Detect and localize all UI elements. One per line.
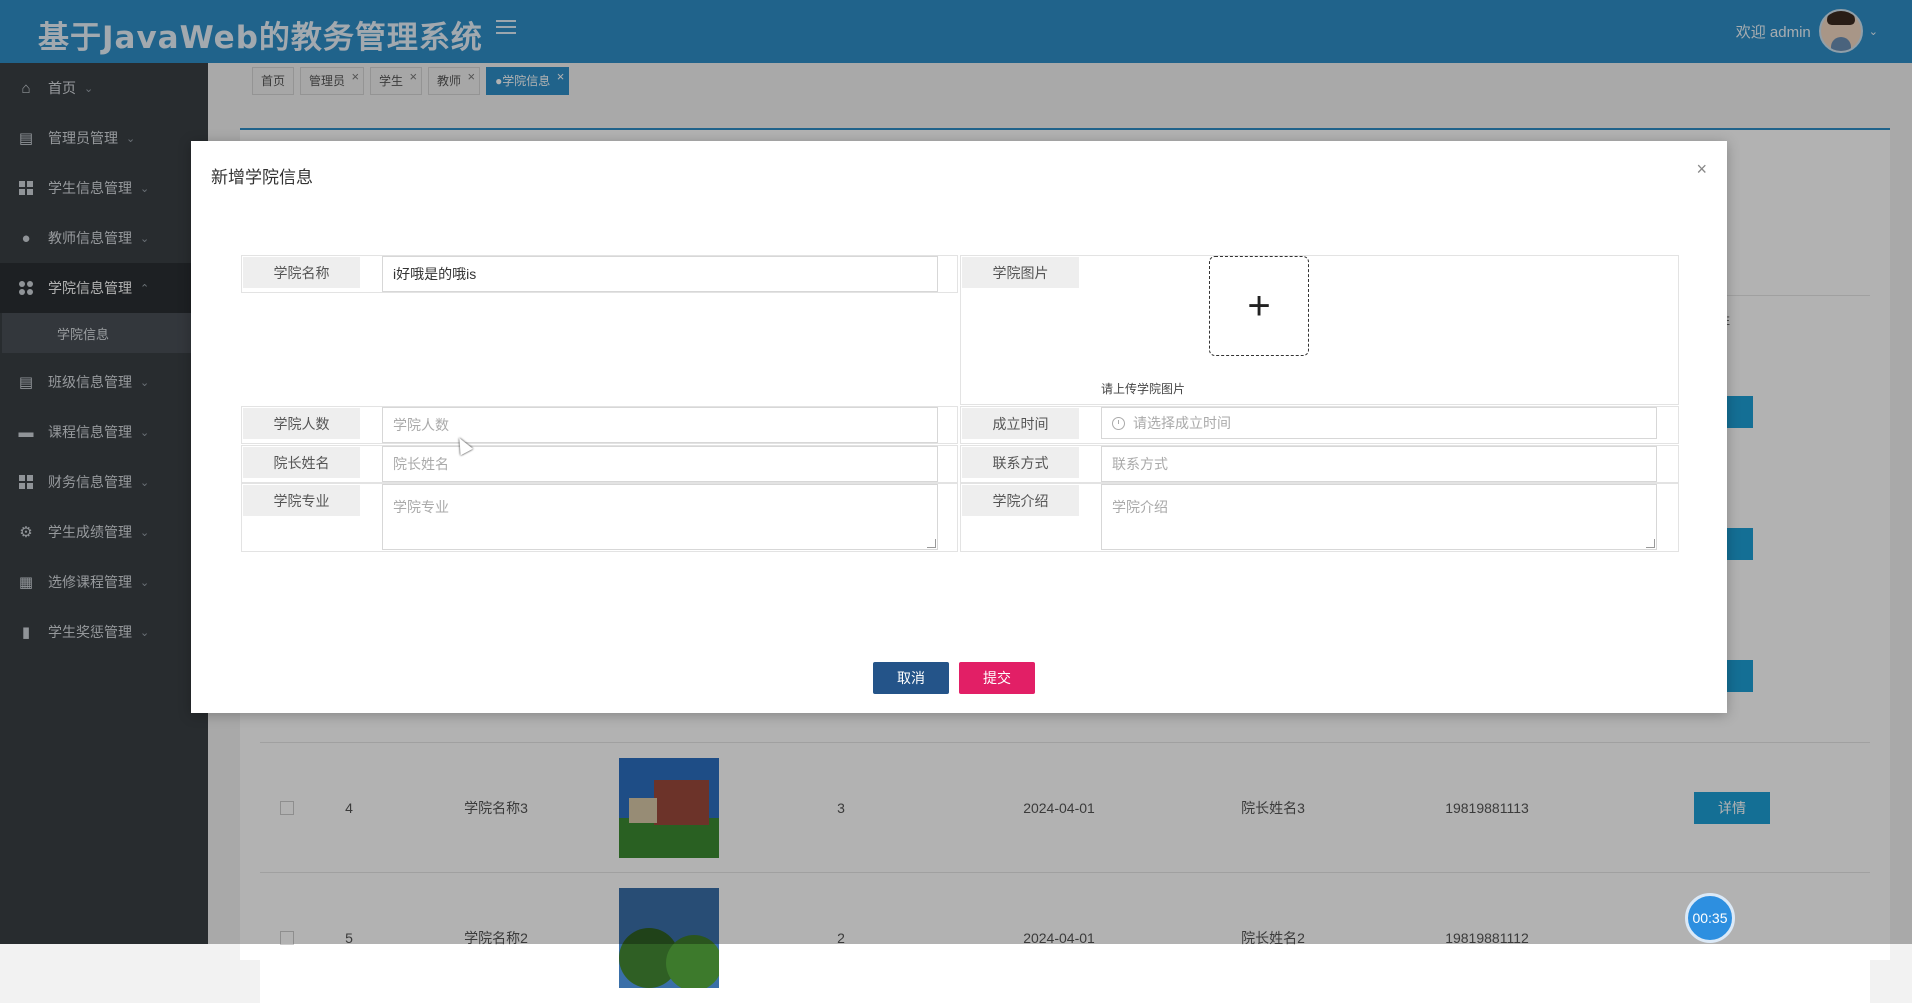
timer-badge[interactable]: 00:35 (1685, 893, 1735, 943)
image-upload-button[interactable]: + (1209, 256, 1309, 356)
college-count-row: 学院人数 学院人数 (241, 406, 958, 444)
dean-name-label: 院长姓名 (243, 447, 363, 478)
contact-input[interactable]: 联系方式 (1101, 446, 1657, 482)
college-intro-label: 学院介绍 (962, 485, 1082, 516)
resize-handle[interactable] (1646, 539, 1655, 548)
founded-date-picker[interactable]: 请选择成立时间 (1101, 407, 1657, 439)
college-intro-row: 学院介绍 学院介绍 (960, 483, 1679, 552)
image-upload-hint: 请上传学院图片 (1101, 382, 1186, 396)
college-major-textarea[interactable]: 学院专业 (382, 484, 938, 550)
plus-icon: + (1247, 283, 1271, 328)
founded-date-row: 成立时间 请选择成立时间 (960, 406, 1679, 444)
resize-handle[interactable] (927, 539, 936, 548)
submit-button[interactable]: 提交 (959, 662, 1035, 694)
founded-date-label: 成立时间 (962, 408, 1082, 439)
cancel-button[interactable]: 取消 (873, 662, 949, 694)
college-major-row: 学院专业 学院专业 (241, 483, 958, 552)
college-major-label: 学院专业 (243, 485, 363, 516)
college-image-label: 学院图片 (962, 257, 1082, 288)
clock-icon (1112, 416, 1125, 430)
add-college-dialog: 新增学院信息 × 学院名称 i好哦是的哦is 学院图片 + 请上传学院图片 学院… (191, 141, 1727, 713)
college-name-row: 学院名称 i好哦是的哦is (241, 255, 958, 293)
college-intro-textarea[interactable]: 学院介绍 (1101, 484, 1657, 550)
contact-row: 联系方式 联系方式 (960, 445, 1679, 483)
college-image-row: 学院图片 + 请上传学院图片 (960, 255, 1679, 405)
college-count-label: 学院人数 (243, 408, 363, 439)
close-icon[interactable]: × (1696, 159, 1707, 180)
dialog-title: 新增学院信息 (211, 168, 313, 187)
college-name-input[interactable]: i好哦是的哦is (382, 256, 938, 292)
dean-name-row: 院长姓名 院长姓名 (241, 445, 958, 483)
college-major-placeholder: 学院专业 (393, 499, 449, 515)
founded-date-placeholder: 请选择成立时间 (1133, 415, 1231, 431)
college-intro-placeholder: 学院介绍 (1112, 499, 1168, 515)
college-name-label: 学院名称 (243, 257, 363, 288)
contact-label: 联系方式 (962, 447, 1082, 478)
